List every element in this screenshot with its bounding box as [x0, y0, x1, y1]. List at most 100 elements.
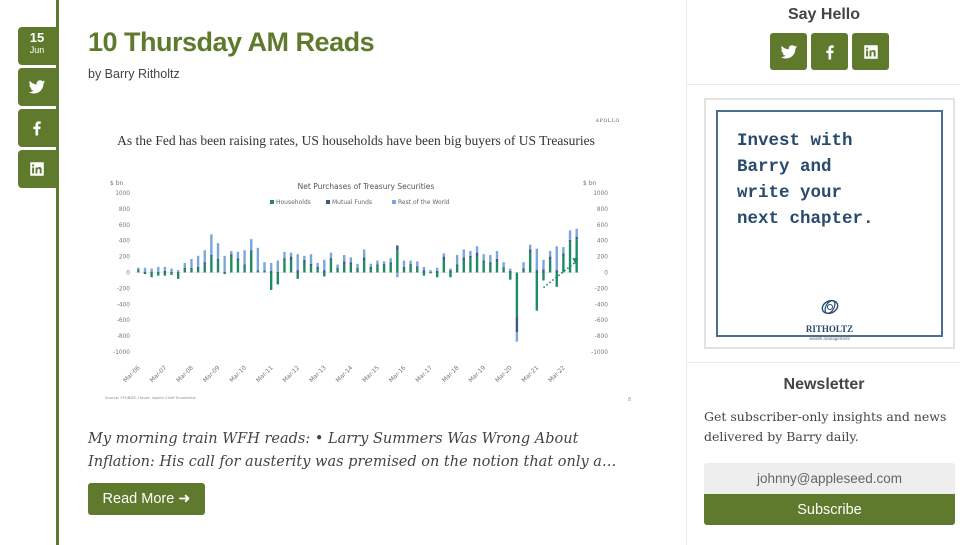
linkedin-icon	[30, 162, 44, 176]
invest-ad-banner[interactable]: Invest with Barry and write your next ch…	[704, 98, 955, 349]
bar-segment-mutual-funds	[455, 264, 459, 267]
y-tick-label: -800	[117, 334, 130, 340]
bar-segment-mutual-funds	[150, 271, 153, 273]
bar-segment-mutual-funds	[469, 255, 472, 259]
linkedin-button[interactable]	[852, 33, 889, 70]
bar-segment-rest-of-the-world	[203, 250, 206, 263]
bar-segment-households	[309, 266, 313, 273]
x-tick-label: Mar-22	[547, 364, 567, 384]
sidebar-divider	[687, 84, 960, 85]
share-twitter-button[interactable]	[18, 68, 56, 106]
bar-segment-mutual-funds	[449, 270, 452, 273]
chart-source: Source: FFUNDS, Haver, Apollo Chief Econ…	[105, 395, 196, 400]
bar-segment-households	[376, 266, 379, 273]
bar-segment-households	[416, 267, 419, 273]
bars-group	[137, 228, 578, 342]
bar-segment-rest-of-the-world	[329, 252, 333, 259]
bar-segment-mutual-funds	[416, 266, 419, 268]
y-tick-label: -600	[117, 318, 130, 324]
facebook-button[interactable]	[811, 33, 848, 70]
bar-segment-rest-of-the-world	[196, 255, 200, 267]
bar-segment-rest-of-the-world	[269, 262, 273, 271]
y-tick-label: 1000	[115, 191, 130, 197]
y-tick-label: -1000	[113, 350, 130, 356]
bar-segment-mutual-funds	[276, 271, 279, 273]
bar-segment-households	[515, 272, 519, 317]
logo-globe-icon	[821, 299, 838, 315]
x-tick-label: Mar-07	[149, 364, 169, 384]
read-more-button[interactable]: Read More ➜	[88, 483, 205, 515]
bar-segment-mutual-funds	[402, 266, 406, 269]
y-tick-label: 400	[119, 239, 130, 245]
y-tick-label: 600	[597, 223, 608, 229]
post-title[interactable]: 10 Thursday AM Reads	[88, 27, 375, 58]
y-tick-label: 800	[119, 207, 130, 213]
bar-segment-households	[369, 268, 372, 273]
bar-segment-mutual-funds	[422, 270, 426, 273]
bar-segment-households	[150, 272, 153, 278]
x-tick-label: Mar-09	[202, 364, 222, 384]
bar-segment-rest-of-the-world	[176, 270, 180, 272]
bar-segment-households	[183, 269, 187, 273]
bar-segment-rest-of-the-world	[502, 262, 505, 267]
sidebar-divider	[687, 362, 960, 363]
chart-headline: As the Fed has been raising rates, US ho…	[117, 133, 595, 148]
bar-segment-households	[176, 272, 180, 279]
treasury-purchases-chart: APOLLO As the Fed has been raising rates…	[105, 118, 631, 403]
y-tick-label: 800	[597, 207, 608, 213]
bar-segment-mutual-funds	[515, 316, 519, 333]
bar-segment-rest-of-the-world	[263, 262, 266, 271]
bar-segment-rest-of-the-world	[429, 270, 432, 272]
bar-segment-mutual-funds	[203, 262, 206, 265]
bar-segment-households	[502, 267, 505, 273]
bar-segment-rest-of-the-world	[303, 255, 306, 260]
bar-segment-rest-of-the-world	[349, 257, 353, 263]
bar-segment-mutual-funds	[462, 257, 465, 261]
bar-segment-mutual-funds	[522, 268, 525, 271]
bar-segment-rest-of-the-world	[283, 251, 286, 259]
bar-segment-households	[522, 270, 525, 273]
ad-text: Invest with Barry and write your next ch…	[737, 131, 874, 229]
bar-segment-households	[482, 262, 485, 273]
subscribe-button[interactable]: Subscribe	[704, 494, 955, 525]
bar-segment-rest-of-the-world	[522, 262, 525, 269]
y-tick-label: -600	[595, 318, 608, 324]
bar-segment-mutual-funds	[542, 269, 545, 273]
y-tick-label: -800	[595, 334, 608, 340]
y-tick-label: -200	[117, 286, 130, 292]
twitter-button[interactable]	[770, 33, 807, 70]
bar-segment-households	[396, 250, 399, 273]
bar-segment-households	[303, 262, 306, 273]
y-tick-label: 200	[597, 255, 608, 261]
email-input[interactable]	[704, 463, 955, 494]
share-facebook-button[interactable]	[18, 109, 56, 147]
bar-segment-households	[296, 272, 299, 279]
bar-segment-households	[389, 264, 392, 273]
bar-segment-households	[489, 264, 492, 273]
legend-label: Rest of the World	[398, 199, 450, 206]
x-tick-label: Mar-14	[335, 364, 355, 384]
bar-segment-rest-of-the-world	[210, 234, 213, 256]
date-month: Jun	[29, 45, 45, 55]
ad-frame: Invest with Barry and write your next ch…	[716, 110, 943, 341]
bar-segment-households	[509, 272, 512, 280]
left-accent-rule	[56, 0, 59, 545]
y-tick-label: -400	[117, 302, 130, 308]
bar-segment-mutual-funds	[137, 269, 140, 271]
bar-segment-rest-of-the-world	[469, 251, 472, 256]
y-tick-label: 0	[604, 271, 608, 277]
bar-segment-rest-of-the-world	[190, 258, 193, 268]
bar-segment-households	[555, 272, 558, 287]
bar-segment-mutual-funds	[396, 245, 399, 251]
share-linkedin-button[interactable]	[18, 150, 56, 188]
bar-segment-mutual-funds	[210, 255, 213, 257]
linkedin-icon	[863, 44, 878, 59]
bar-segment-households	[263, 270, 266, 273]
x-tick-label: Mar-15	[361, 364, 381, 384]
bar-segment-mutual-funds	[316, 266, 319, 269]
bar-segment-mutual-funds	[283, 258, 286, 261]
say-hello-title: Say Hello	[787, 6, 861, 23]
bar-segment-rest-of-the-world	[382, 261, 386, 264]
bar-segment-mutual-funds	[223, 271, 226, 273]
bar-segment-rest-of-the-world	[542, 259, 545, 270]
